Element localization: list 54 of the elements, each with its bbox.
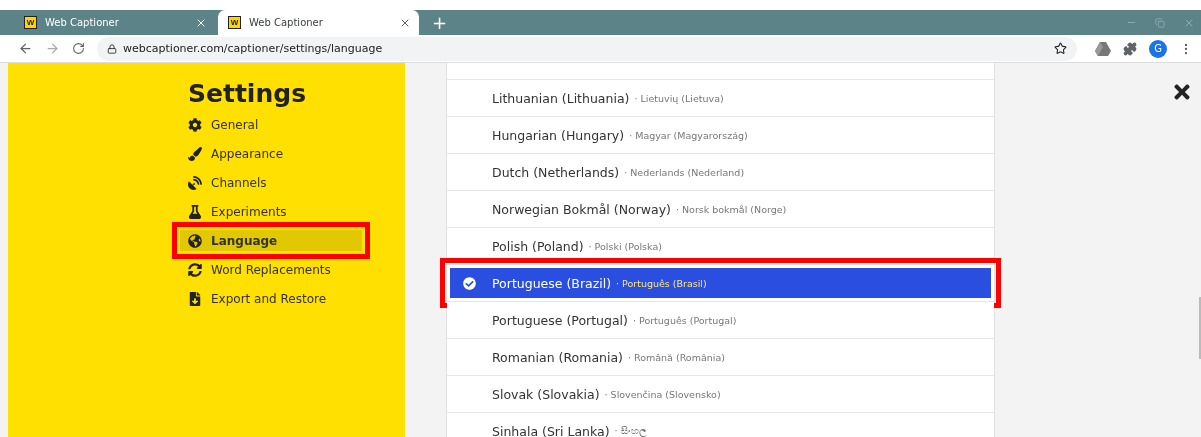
- native-name: · Nederlands (Nederland): [624, 166, 745, 178]
- favicon: W: [228, 16, 241, 29]
- language-name: Lithuanian (Lithuania): [492, 90, 630, 106]
- address-bar[interactable]: webcaptioner.com/captioner/settings/language: [97, 36, 1077, 61]
- language-name: Portuguese (Portugal): [492, 312, 628, 328]
- native-name: · සිංහල: [614, 425, 647, 437]
- browser-tab[interactable]: W Web Captioner: [14, 10, 215, 35]
- sidebar-item[interactable]: Appearance: [180, 143, 362, 164]
- language-name: Norwegian Bokmål (Norway): [492, 201, 671, 217]
- language-name: Slovak (Slovakia): [492, 386, 600, 402]
- favicon: W: [24, 16, 37, 29]
- back-icon[interactable]: [18, 41, 33, 56]
- satellite-dish-icon: [188, 175, 202, 190]
- new-tab-button[interactable]: +: [432, 13, 448, 32]
- brush-icon: [188, 146, 202, 161]
- native-name: · Lietuvių (Lietuva): [634, 92, 724, 104]
- native-name: · Polski (Polska): [588, 240, 662, 252]
- language-name: Sinhala (Sri Lanka): [492, 423, 610, 437]
- language-name: Romanian (Romania): [492, 349, 623, 365]
- language-name: Dutch (Netherlands): [492, 164, 620, 180]
- sidebar-title: Settings: [188, 79, 307, 108]
- sidebar-item[interactable]: Channels: [180, 172, 362, 193]
- flask-icon: [188, 204, 202, 219]
- native-name: · Magyar (Magyarország): [629, 129, 748, 141]
- language-name: Portuguese (Brazil): [492, 275, 612, 291]
- drive-icon[interactable]: [1095, 41, 1111, 56]
- native-name: · Română (România): [628, 351, 725, 363]
- sidebar-item[interactable]: General: [180, 114, 362, 135]
- refresh-icon: [188, 262, 202, 277]
- star-icon[interactable]: [1054, 42, 1067, 55]
- browser-tab[interactable]: W Web Captioner: [218, 10, 419, 35]
- check-icon: [463, 277, 476, 290]
- globe-icon: [188, 233, 202, 248]
- language-name: Polish (Poland): [492, 238, 584, 254]
- language-name: Hungarian (Hungary): [492, 127, 625, 143]
- settings-icon: [188, 117, 202, 132]
- native-name: · Norsk bokmål (Norge): [675, 203, 787, 215]
- sidebar-item[interactable]: Export and Restore: [180, 288, 362, 309]
- language-row[interactable]: Portuguese (Portugal) · Português (Portugal): [447, 302, 994, 339]
- native-name: · Slovenčina (Slovensko): [604, 388, 721, 400]
- puzzle-icon[interactable]: [1123, 41, 1137, 56]
- native-name: · Português (Portugal): [632, 314, 737, 326]
- tab-title: Web Captioner: [45, 17, 120, 28]
- language-row[interactable]: Portuguese (Brazil) · Português (Brasil): [447, 265, 994, 302]
- tab-title: Web Captioner: [249, 17, 324, 28]
- url-text: webcaptioner.com/captioner/settings/language: [123, 42, 384, 55]
- avatar[interactable]: G: [1149, 39, 1167, 58]
- lock-icon: [107, 43, 117, 54]
- file-download-icon: [188, 291, 202, 306]
- sidebar-item[interactable]: Experiments: [180, 201, 362, 222]
- sidebar-item[interactable]: Language: [180, 230, 362, 251]
- native-name: · Português (Brasil): [616, 277, 707, 289]
- reload-icon[interactable]: [72, 42, 85, 55]
- sidebar-item[interactable]: Word Replacements: [180, 259, 362, 280]
